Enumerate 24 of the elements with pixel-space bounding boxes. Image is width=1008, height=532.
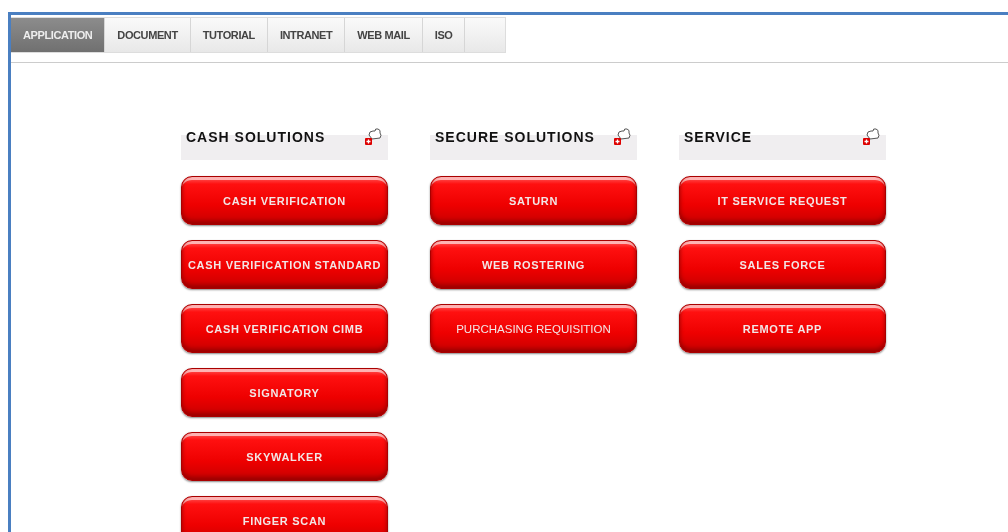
app-button[interactable]: CASH VERIFICATION CIMB <box>181 304 388 353</box>
nav-tab[interactable]: ISO <box>422 18 466 52</box>
app-button[interactable]: WEB ROSTERING <box>430 240 637 289</box>
section-title: CASH SOLUTIONS <box>186 129 326 145</box>
add-icon[interactable] <box>612 127 632 147</box>
add-icon[interactable] <box>861 127 881 147</box>
app-button[interactable]: SATURN <box>430 176 637 225</box>
nav-tab[interactable]: WEB MAIL <box>345 18 423 52</box>
app-button[interactable]: PURCHASING REQUISITION <box>430 304 637 353</box>
section-title: SERVICE <box>684 129 753 145</box>
nav-tab[interactable]: TUTORIAL <box>190 18 268 52</box>
app-button[interactable]: IT SERVICE REQUEST <box>679 176 886 225</box>
app-button[interactable]: SALES FORCE <box>679 240 886 289</box>
app-button[interactable]: FINGER SCAN <box>181 496 388 532</box>
app-button[interactable]: SKYWALKER <box>181 432 388 481</box>
add-icon[interactable] <box>363 127 383 147</box>
app-button[interactable]: REMOTE APP <box>679 304 886 353</box>
app-button[interactable]: CASH VERIFICATION <box>181 176 388 225</box>
app-button[interactable]: CASH VERIFICATION STANDARD <box>181 240 388 289</box>
nav-tab[interactable]: INTRANET <box>267 18 346 52</box>
nav-tab[interactable]: APPLICATION <box>11 18 106 52</box>
section-title: SECURE SOLUTIONS <box>435 129 595 145</box>
app-button[interactable]: SIGNATORY <box>181 368 388 417</box>
nav-tab[interactable]: DOCUMENT <box>105 18 191 52</box>
